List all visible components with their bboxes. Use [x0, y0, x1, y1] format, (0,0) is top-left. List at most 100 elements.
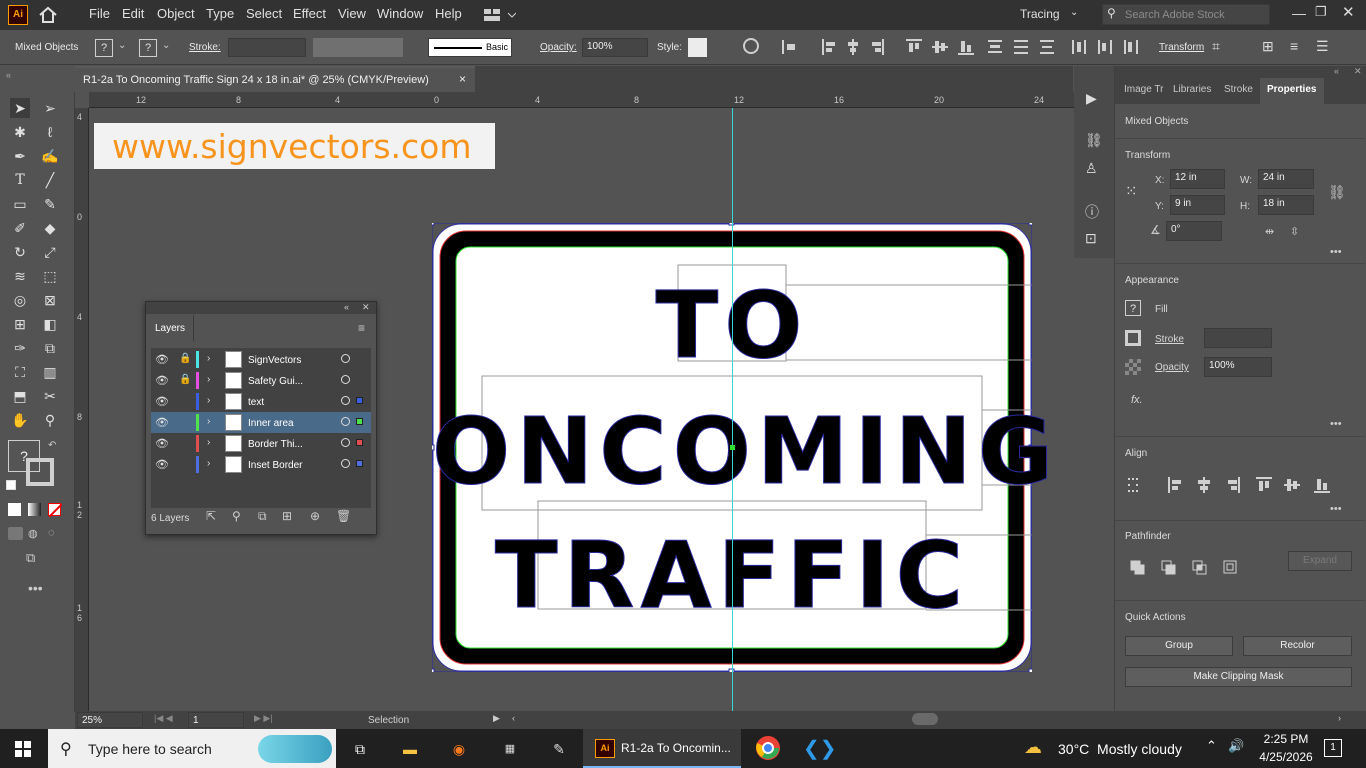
puppet-warp-icon[interactable]: ♙ — [1085, 160, 1098, 177]
edit-toolbar-icon[interactable]: ••• — [28, 580, 43, 596]
visibility-eye-icon[interactable]: 👁 — [155, 416, 169, 429]
workspace-chevron-icon[interactable]: ⌄ — [1070, 7, 1078, 18]
workspace-switcher[interactable]: Tracing — [1020, 7, 1060, 21]
fill-swatch-icon[interactable]: ? — [95, 39, 113, 57]
variable-width-profile[interactable] — [313, 38, 403, 57]
hand-tool-icon[interactable]: ✋ — [10, 410, 30, 430]
weather-icon[interactable]: ☁ — [1024, 737, 1042, 758]
shape-builder-tool-icon[interactable]: ◎ — [10, 290, 30, 310]
lasso-tool-icon[interactable]: ℓ — [40, 122, 60, 142]
transform-more-icon[interactable]: ••• — [1330, 246, 1342, 258]
target-circle-icon[interactable] — [341, 354, 350, 363]
draw-behind-icon[interactable]: ◍ — [28, 527, 38, 540]
eyedropper-tool-icon[interactable]: ✑ — [10, 338, 30, 358]
y-field[interactable]: 9 in — [1170, 195, 1225, 215]
w-field[interactable]: 24 in — [1258, 169, 1314, 189]
align-more-icon[interactable]: ••• — [1330, 503, 1342, 515]
stroke-weight-field[interactable] — [1204, 328, 1272, 348]
artboard-number-field[interactable]: 1 — [188, 712, 244, 728]
selection-indicator[interactable] — [356, 460, 363, 467]
selection-tool-icon[interactable]: ➤ — [10, 98, 30, 118]
new-sublayer-icon[interactable]: ⊞ — [282, 509, 292, 523]
links-icon[interactable]: ⛓ — [1085, 132, 1103, 149]
visibility-eye-icon[interactable]: 👁 — [155, 437, 169, 450]
constrain-proportions-icon[interactable]: ⛓ — [1328, 184, 1346, 201]
collapse-right-panel-icon[interactable]: « — [1334, 66, 1339, 76]
paintbrush-tool-icon[interactable]: ✎ — [40, 194, 60, 214]
color-mode-icon[interactable] — [8, 503, 21, 516]
target-circle-icon[interactable] — [341, 459, 350, 468]
rotate-angle-field[interactable]: 0° — [1166, 221, 1222, 241]
first-artboard-icon[interactable]: |◀ ◀ — [154, 713, 173, 724]
paint-app-icon[interactable]: ✎ — [545, 735, 573, 763]
panel-menu-icon[interactable]: ☰ — [1316, 38, 1329, 55]
play-action-icon[interactable]: ▶ — [1086, 90, 1097, 107]
zoom-tool-icon[interactable]: ⚲ — [40, 410, 60, 430]
layers-tab[interactable]: Layers — [146, 315, 194, 341]
stroke-color-icon[interactable] — [26, 458, 54, 486]
menu-window[interactable]: Window — [377, 6, 423, 21]
close-panel-icon[interactable]: ✕ — [362, 302, 370, 313]
pen-tool-icon[interactable]: ✒ — [10, 146, 30, 166]
appearance-more-icon[interactable]: ••• — [1330, 418, 1342, 430]
collect-export-icon[interactable]: ⇱ — [206, 509, 216, 523]
menu-help[interactable]: Help — [435, 6, 462, 21]
selection-indicator[interactable] — [356, 418, 363, 425]
layers-menu-icon[interactable]: ≡ — [358, 321, 365, 335]
curvature-tool-icon[interactable]: ✍ — [40, 146, 60, 166]
none-mode-icon[interactable] — [48, 503, 63, 518]
menu-type[interactable]: Type — [206, 6, 234, 21]
status-menu-icon[interactable]: ▶ — [493, 713, 500, 724]
fx-button[interactable]: fx. — [1131, 394, 1143, 406]
draw-normal-icon[interactable] — [8, 527, 23, 540]
opacity-label[interactable]: Opacity — [1155, 362, 1189, 373]
brush-definition-field[interactable]: Basic — [428, 38, 512, 57]
info-icon[interactable]: ⓘ — [1085, 202, 1099, 222]
menu-file[interactable]: File — [89, 6, 110, 21]
clipping-mask-icon[interactable]: ⧉ — [258, 509, 267, 524]
perspective-grid-tool-icon[interactable]: ⊠ — [40, 290, 60, 310]
pathfinder-icons[interactable] — [1130, 560, 1240, 576]
arrange-documents-icon[interactable] — [484, 8, 517, 22]
stroke-weight-field[interactable] — [228, 38, 306, 57]
lock-icon[interactable]: 🔒 — [179, 374, 191, 385]
mesh-tool-icon[interactable]: ⊞ — [10, 314, 30, 334]
opacity-field[interactable]: 100% — [1204, 357, 1272, 377]
expand-chevron-icon[interactable]: › — [207, 416, 210, 427]
calendar-app-icon[interactable]: ▦ — [496, 735, 524, 763]
flip-vertical-icon[interactable]: ⇳ — [1290, 225, 1299, 238]
expand-chevron-icon[interactable]: › — [207, 395, 210, 406]
visibility-eye-icon[interactable]: 👁 — [155, 374, 169, 387]
default-colors-icon[interactable] — [6, 480, 16, 490]
layer-name[interactable]: Inner area — [248, 418, 294, 429]
weather-text[interactable]: 30°C Mostly cloudy — [1058, 741, 1182, 757]
arrange-icon[interactable]: ⊞ — [1262, 38, 1274, 55]
expand-chevron-icon[interactable]: › — [207, 353, 210, 364]
h-field[interactable]: 18 in — [1258, 195, 1314, 215]
firefox-icon[interactable]: ◉ — [445, 735, 473, 763]
clock-time[interactable]: 2:25 PM — [1260, 732, 1312, 746]
collapse-tools-icon[interactable]: « — [6, 70, 11, 80]
close-document-icon[interactable]: × — [459, 72, 466, 86]
opacity-field[interactable]: 100% — [582, 38, 648, 57]
layer-row[interactable]: 👁 🔒 › SignVectors — [151, 349, 371, 370]
column-graph-tool-icon[interactable]: ▥ — [40, 362, 60, 382]
clock-date[interactable]: 4/25/2026 — [1256, 750, 1316, 764]
slice-tool-icon[interactable]: ✂ — [40, 386, 60, 406]
selection-indicator[interactable] — [356, 397, 363, 404]
expand-button[interactable]: Expand — [1288, 551, 1352, 571]
chrome-icon[interactable] — [754, 735, 782, 763]
tab-libraries[interactable]: Libraries — [1173, 84, 1211, 95]
asset-export-icon[interactable]: ⊡ — [1085, 230, 1097, 247]
lock-icon[interactable]: 🔒 — [179, 353, 191, 364]
visibility-eye-icon[interactable]: 👁 — [155, 395, 169, 408]
volume-icon[interactable]: 🔊 — [1228, 738, 1244, 754]
width-tool-icon[interactable]: ≋ — [10, 266, 30, 286]
menu-object[interactable]: Object — [157, 6, 195, 21]
screen-mode-icon[interactable]: ⧉ — [26, 550, 35, 566]
target-circle-icon[interactable] — [341, 396, 350, 405]
menu-edit[interactable]: Edit — [122, 6, 144, 21]
zoom-field[interactable]: 25% — [77, 712, 143, 728]
expand-chevron-icon[interactable]: › — [207, 437, 210, 448]
recolor-artwork-icon[interactable] — [743, 38, 759, 54]
